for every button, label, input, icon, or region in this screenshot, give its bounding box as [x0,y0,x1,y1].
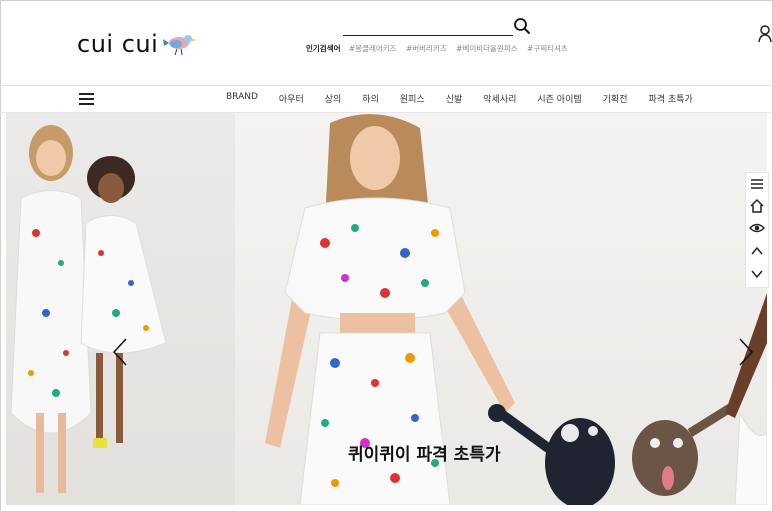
quick-menu [745,172,769,288]
prev-slide-arrow-icon[interactable] [112,337,128,367]
search-icon[interactable] [513,17,531,35]
banner-slide-previous [6,113,235,505]
nav-item-exhibition[interactable]: 기획전 [603,92,628,105]
chevron-down-icon[interactable] [749,266,765,282]
nav-item-top[interactable]: 상의 [325,92,342,105]
popular-keyword[interactable]: #버버리키즈 [406,44,447,53]
banner-photo-main [265,114,767,505]
nav-item-brand[interactable]: BRAND [226,92,258,105]
banner-slide-current [235,113,767,505]
banner-photo-left [10,125,167,493]
user-icon[interactable] [758,25,772,43]
main-banner[interactable]: 퀴이퀴이 파격 초특가 [6,113,767,505]
popular-keyword[interactable]: #구찌티셔츠 [527,44,568,53]
site-logo[interactable]: cui cui [77,30,198,58]
menu-icon[interactable] [749,176,765,192]
home-icon[interactable] [749,198,765,214]
nav-item-bottom[interactable]: 하의 [362,92,379,105]
nav-divider-top [0,85,773,86]
nav-item-accessories[interactable]: 악세사리 [483,92,516,105]
popular-keyword[interactable]: #베이비더올원피스 [456,44,517,53]
main-nav: BRAND 아우터 상의 하의 원피스 신발 악세사리 시즌 아이템 기획전 파… [226,92,693,105]
nav-item-outer[interactable]: 아우터 [279,92,304,105]
popular-keywords: 인기검색어 #봉클레어키즈 #버버리키즈 #베이비더올원피스 #구찌티셔츠 [306,43,575,54]
bird-logo-icon [163,35,198,56]
search-input[interactable] [343,35,513,36]
logo-text: cui cui [77,30,159,58]
nav-item-special-price[interactable]: 파격 초특가 [649,92,693,105]
banner-caption[interactable]: 퀴이퀴이 파격 초특가 [348,440,501,465]
chevron-up-icon[interactable] [749,243,765,259]
nav-item-shoes[interactable]: 신발 [446,92,463,105]
next-slide-arrow-icon[interactable] [738,337,754,367]
hamburger-icon[interactable] [79,93,94,105]
eye-icon[interactable] [749,220,765,236]
popular-label: 인기검색어 [306,44,341,53]
popular-keyword[interactable]: #봉클레어키즈 [349,44,397,53]
nav-item-dress[interactable]: 원피스 [400,92,425,105]
nav-item-season[interactable]: 시즌 아이템 [537,92,581,105]
